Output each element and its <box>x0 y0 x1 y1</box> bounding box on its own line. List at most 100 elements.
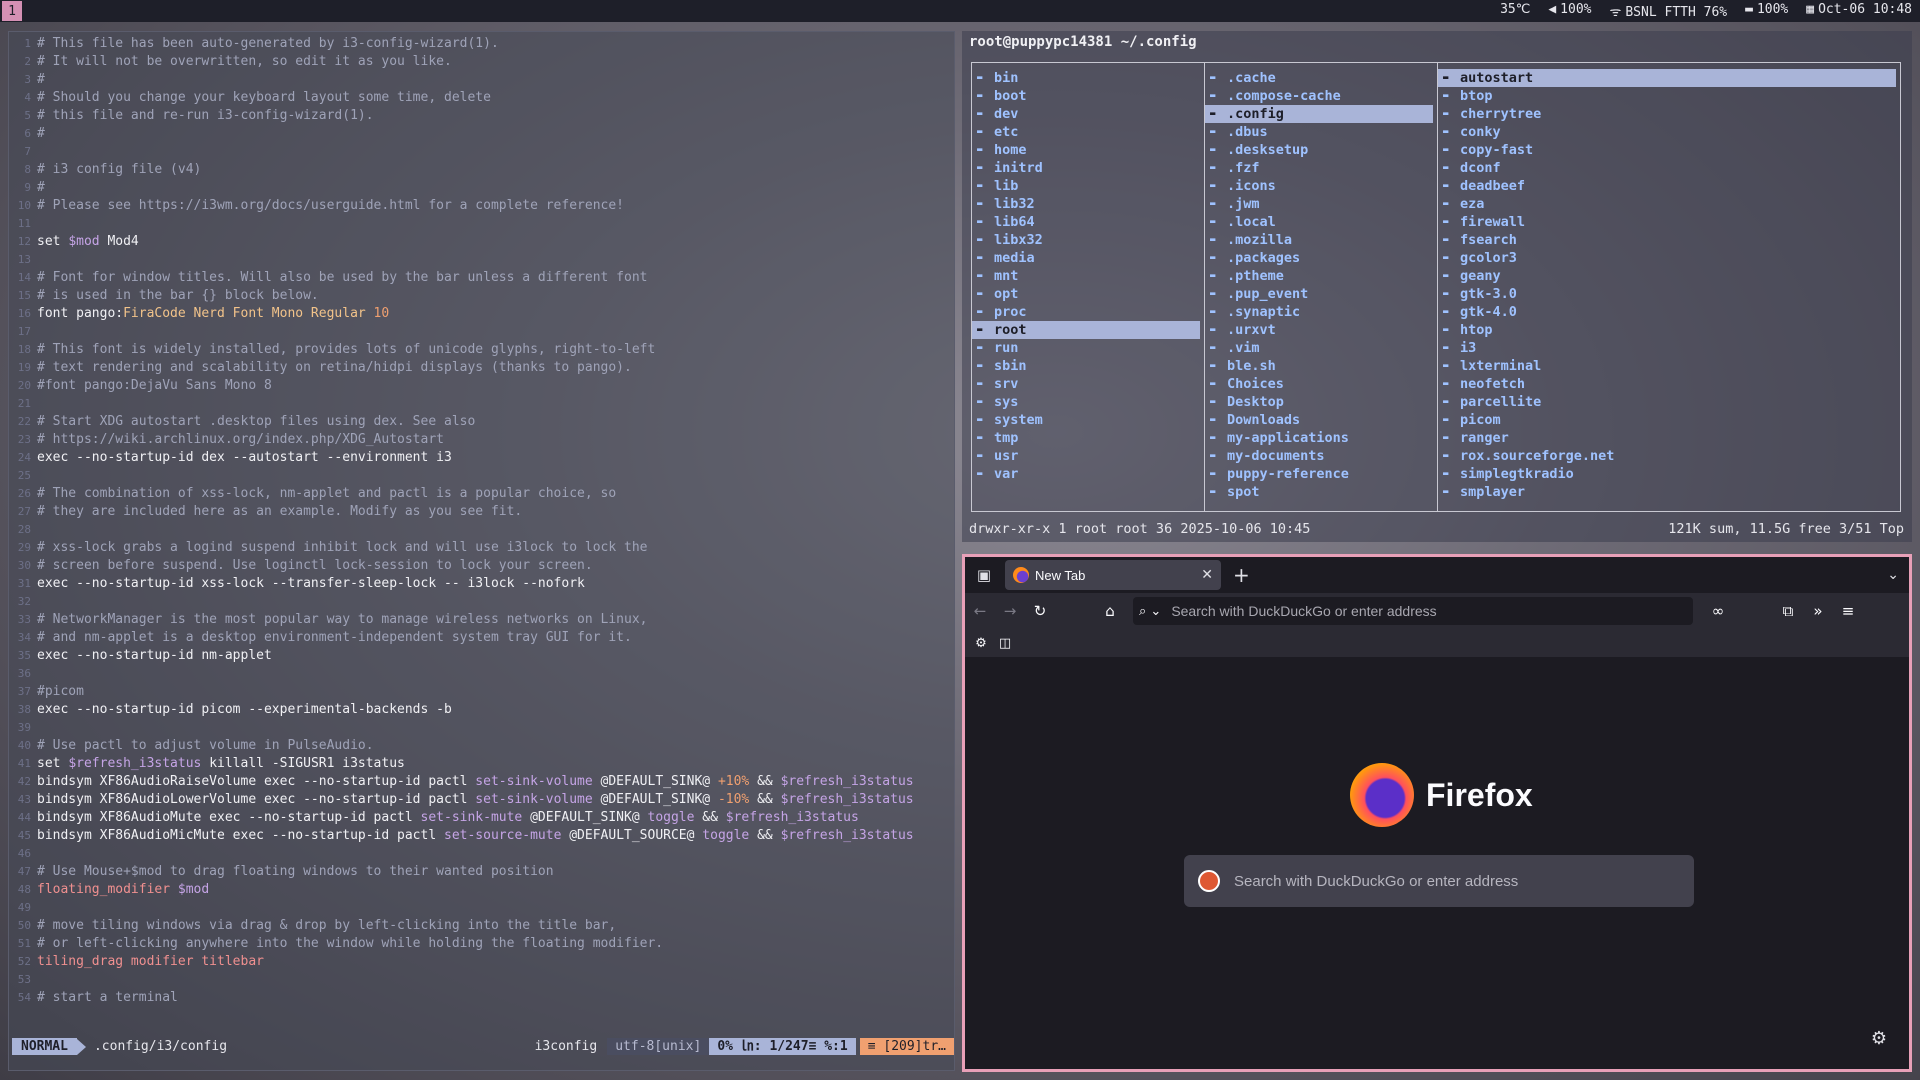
ranger-entry[interactable]: ▬ libx32 <box>972 231 1200 249</box>
search-engine-icon[interactable]: ⌕ ⌄ <box>1139 604 1161 619</box>
ranger-entry[interactable]: ▬ btop <box>1438 87 1896 105</box>
ranger-entry[interactable]: ▬ firewall <box>1438 213 1896 231</box>
tab-overview-icon[interactable]: ▣ <box>969 560 999 590</box>
code-line[interactable]: 15 # is used in the bar {} block below. <box>9 287 954 305</box>
code-line[interactable]: 54 # start a terminal <box>9 989 954 1007</box>
extensions-icon[interactable]: ⧉ <box>1773 596 1803 626</box>
ranger-entry[interactable]: ▬ proc <box>972 303 1200 321</box>
ranger-entry[interactable]: ▬ parcellite <box>1438 393 1896 411</box>
hamburger-menu-icon[interactable]: ≡ <box>1833 596 1863 626</box>
code-line[interactable]: 21 <box>9 395 954 413</box>
ranger-entry[interactable]: ▬ .vim <box>1205 339 1433 357</box>
ranger-entry[interactable]: ▬ .urxvt <box>1205 321 1433 339</box>
ranger-entry[interactable]: ▬ .fzf <box>1205 159 1433 177</box>
code-line[interactable]: 33 # NetworkManager is the most popular w… <box>9 611 954 629</box>
firefox-window[interactable]: ▣ New Tab ✕ + ⌄ ← → ↻ ⌂ ⌕ ⌄ Search with … <box>962 554 1912 1072</box>
ranger-entry[interactable]: ▬ gtk-4.0 <box>1438 303 1896 321</box>
ranger-entry[interactable]: ▬ spot <box>1205 483 1433 501</box>
ranger-entry[interactable]: ▬ conky <box>1438 123 1896 141</box>
reload-icon[interactable]: ↻ <box>1025 596 1055 626</box>
code-line[interactable]: 47 # Use Mouse+$mod to drag floating wind… <box>9 863 954 881</box>
ranger-entry[interactable]: ▬ lib64 <box>972 213 1200 231</box>
code-line[interactable]: 51 # or left-clicking anywhere into the w… <box>9 935 954 953</box>
ranger-entry[interactable]: ▬ sys <box>972 393 1200 411</box>
ranger-entry[interactable]: ▬ media <box>972 249 1200 267</box>
ranger-entry[interactable]: ▬ sbin <box>972 357 1200 375</box>
code-line[interactable]: 45 bindsym XF86AudioMicMute exec --no-sta… <box>9 827 954 845</box>
code-line[interactable]: 40 # Use pactl to adjust volume in PulseA… <box>9 737 954 755</box>
ranger-entry[interactable]: ▬ lxterminal <box>1438 357 1896 375</box>
ranger-entry[interactable]: ▬ bin <box>972 69 1200 87</box>
ranger-entry[interactable]: ▬ gtk-3.0 <box>1438 285 1896 303</box>
ranger-entry[interactable]: ▬ copy-fast <box>1438 141 1896 159</box>
ranger-entry[interactable]: ▬ simplegtkradio <box>1438 465 1896 483</box>
ranger-entry[interactable]: ▬ puppy-reference <box>1205 465 1433 483</box>
code-line[interactable]: 49 <box>9 899 954 917</box>
list-all-tabs-chevron-icon[interactable]: ⌄ <box>1887 567 1899 583</box>
ranger-entry[interactable]: ▬ geany <box>1438 267 1896 285</box>
customize-gear-icon[interactable]: ⚙ <box>1871 1028 1887 1049</box>
code-line[interactable]: 26 # The combination of xss-lock, nm-appl… <box>9 485 954 503</box>
vim-editor-window[interactable]: 1 # This file has been auto-generated by … <box>8 31 955 1071</box>
code-line[interactable]: 17 <box>9 323 954 341</box>
ranger-entry[interactable]: ▬ .compose-cache <box>1205 87 1433 105</box>
ranger-entry[interactable]: ▬ lib <box>972 177 1200 195</box>
code-line[interactable]: 3 # <box>9 71 954 89</box>
code-line[interactable]: 13 <box>9 251 954 269</box>
vim-buffer[interactable]: 1 # This file has been auto-generated by … <box>9 35 954 1007</box>
ranger-entry[interactable]: ▬ my-documents <box>1205 447 1433 465</box>
ranger-entry[interactable]: ▬ Downloads <box>1205 411 1433 429</box>
ranger-entry[interactable]: ▬ smplayer <box>1438 483 1896 501</box>
ranger-entry[interactable]: ▬ usr <box>972 447 1200 465</box>
code-line[interactable]: 27 # they are included here as an example… <box>9 503 954 521</box>
code-line[interactable]: 22 # Start XDG autostart .desktop files u… <box>9 413 954 431</box>
url-bar[interactable]: ⌕ ⌄ Search with DuckDuckGo or enter addr… <box>1133 597 1693 625</box>
code-line[interactable]: 7 <box>9 143 954 161</box>
ranger-entry[interactable]: ▬ srv <box>972 375 1200 393</box>
code-line[interactable]: 46 <box>9 845 954 863</box>
code-line[interactable]: 41 set $refresh_i3status killall -SIGUSR1… <box>9 755 954 773</box>
ranger-entry[interactable]: ▬ eza <box>1438 195 1896 213</box>
new-tab-plus-icon[interactable]: + <box>1233 563 1250 587</box>
code-line[interactable]: 19 # text rendering and scalability on re… <box>9 359 954 377</box>
code-line[interactable]: 14 # Font for window titles. Will also be… <box>9 269 954 287</box>
extension-infinity-icon[interactable]: ∞ <box>1703 596 1733 626</box>
ranger-entry[interactable]: ▬ lib32 <box>972 195 1200 213</box>
code-line[interactable]: 32 <box>9 593 954 611</box>
code-line[interactable]: 6 # <box>9 125 954 143</box>
ranger-entry[interactable]: ▬ var <box>972 465 1200 483</box>
ranger-entry[interactable]: ▬ home <box>972 141 1200 159</box>
ranger-entry[interactable]: ▬ autostart <box>1438 69 1896 87</box>
tab-new-tab[interactable]: New Tab ✕ <box>1005 560 1221 590</box>
ranger-terminal-window[interactable]: root@puppypc14381 ~/.config ▬ bin ▬ boot ▬ de… <box>962 31 1912 542</box>
code-line[interactable]: 2 # It will not be overwritten, so edit i… <box>9 53 954 71</box>
ranger-entry[interactable]: ▬ opt <box>972 285 1200 303</box>
ranger-entry[interactable]: ▬ mnt <box>972 267 1200 285</box>
ranger-entry[interactable]: ▬ cherrytree <box>1438 105 1896 123</box>
code-line[interactable]: 12 set $mod Mod4 <box>9 233 954 251</box>
ranger-entry[interactable]: ▬ fsearch <box>1438 231 1896 249</box>
code-line[interactable]: 50 # move tiling windows via drag & drop … <box>9 917 954 935</box>
code-line[interactable]: 23 # https://wiki.archlinux.org/index.php… <box>9 431 954 449</box>
code-line[interactable]: 16 font pango: FiraCode Nerd Font Mono Reg… <box>9 305 954 323</box>
code-line[interactable]: 1 # This file has been auto-generated by … <box>9 35 954 53</box>
code-line[interactable]: 35 exec --no-startup-id nm-applet <box>9 647 954 665</box>
back-arrow-icon[interactable]: ← <box>965 596 995 626</box>
ranger-entry[interactable]: ▬ initrd <box>972 159 1200 177</box>
ranger-entry[interactable]: ▬ .dbus <box>1205 123 1433 141</box>
overflow-chevron-icon[interactable]: » <box>1803 596 1833 626</box>
ranger-entry[interactable]: ▬ picom <box>1438 411 1896 429</box>
ranger-entry[interactable]: ▬ .ptheme <box>1205 267 1433 285</box>
ranger-entry[interactable]: ▬ .icons <box>1205 177 1433 195</box>
ranger-entry[interactable]: ▬ dconf <box>1438 159 1896 177</box>
code-line[interactable]: 44 bindsym XF86AudioMute exec --no-startu… <box>9 809 954 827</box>
code-line[interactable]: 25 <box>9 467 954 485</box>
ranger-entry[interactable]: ▬ ble.sh <box>1205 357 1433 375</box>
ranger-entry[interactable]: ▬ htop <box>1438 321 1896 339</box>
code-line[interactable]: 30 # screen before suspend. Use loginctl … <box>9 557 954 575</box>
ranger-entry[interactable]: ▬ Desktop <box>1205 393 1433 411</box>
ranger-entry[interactable]: ▬ deadbeef <box>1438 177 1896 195</box>
ranger-entry[interactable]: ▬ .pup_event <box>1205 285 1433 303</box>
ranger-entry[interactable]: ▬ .jwm <box>1205 195 1433 213</box>
ranger-entry[interactable]: ▬ run <box>972 339 1200 357</box>
